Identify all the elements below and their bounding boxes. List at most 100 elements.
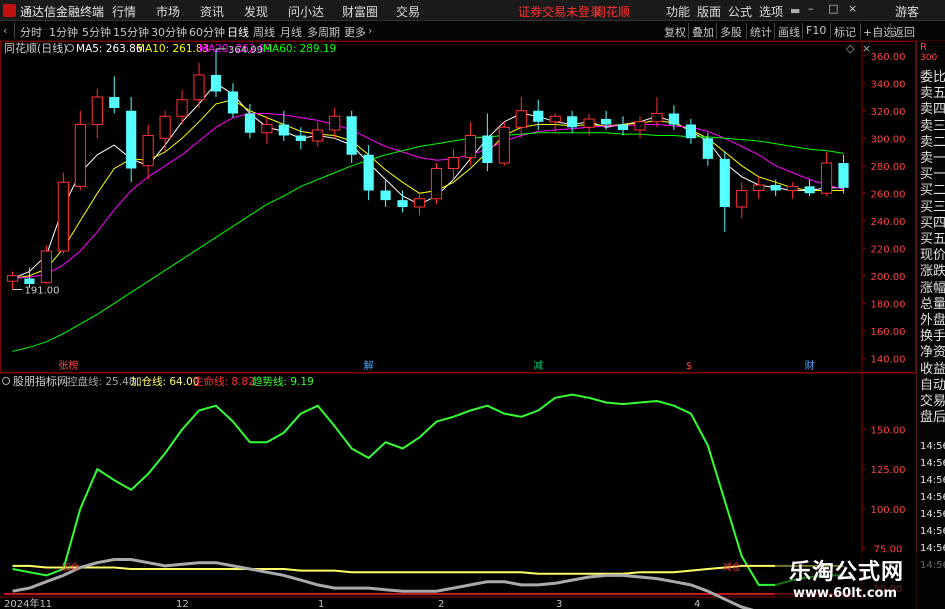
menu-item-discover[interactable]: 发现 xyxy=(244,3,268,20)
close-icon[interactable]: × xyxy=(848,2,857,15)
candle-body-up xyxy=(57,181,69,252)
candle-body-up xyxy=(413,198,426,208)
ma-line-MA10 xyxy=(12,99,844,279)
series-line-控盘线 xyxy=(12,558,754,609)
candle-body-up xyxy=(40,250,52,284)
watermark-url: www.60lt.com xyxy=(793,586,898,601)
candle-body-down xyxy=(600,119,612,125)
ind-tick-label: 150.00 xyxy=(871,426,906,437)
menu-item-function[interactable]: 功能 xyxy=(666,3,690,20)
y-tick-label: 280.00 xyxy=(871,162,906,173)
minimize-icon[interactable]: – xyxy=(808,2,814,15)
trade-time: 14:56 xyxy=(920,526,945,537)
tab-5min[interactable]: 5分钟 xyxy=(82,24,111,40)
y-tick-label: 220.00 xyxy=(871,244,906,255)
trade-time: 14:56 xyxy=(920,475,945,486)
f10-button[interactable]: F10 xyxy=(806,24,826,37)
ma-lines xyxy=(12,82,844,352)
menu-item-ask[interactable]: 问小达 xyxy=(288,3,324,20)
menu-item-wealth[interactable]: 财富圈 xyxy=(342,3,378,20)
y-tick-label: 240.00 xyxy=(871,217,906,228)
chevron-left-icon[interactable]: ‹ xyxy=(3,24,7,37)
menu-item-market[interactable]: 行情 xyxy=(112,3,136,20)
statistics-button[interactable]: 统计 xyxy=(750,24,772,40)
trade-time: 14:56 xyxy=(920,492,945,503)
candle-body-up xyxy=(142,135,154,167)
period-toolbar: ‹ 分时 1分钟 5分钟 15分钟 30分钟 60分钟 日线 周线 月线 多周期… xyxy=(0,21,945,41)
candle-body-up xyxy=(176,99,188,117)
candle-body-down xyxy=(702,138,713,159)
indicator-lines xyxy=(4,393,852,609)
y-tick-label: 260.00 xyxy=(871,189,906,200)
menu-item-trade[interactable]: 交易 xyxy=(396,3,420,20)
login-notice[interactable]: 证券交易未登录 xyxy=(518,3,602,20)
more-icon[interactable]: ▬ xyxy=(790,4,800,17)
series-line-趋势线 xyxy=(12,393,844,586)
right-panel-item[interactable]: 盘后 xyxy=(920,406,945,425)
candle-body-up xyxy=(753,184,765,191)
candle-body-down xyxy=(295,135,306,141)
mark-button[interactable]: 标记 xyxy=(834,24,856,40)
candle-body-up xyxy=(447,157,460,169)
tab-monthly[interactable]: 月线 xyxy=(280,24,302,40)
diamond-icon[interactable]: ◇ xyxy=(846,42,855,55)
life-line-label: 生命线: 8.82 xyxy=(193,375,255,388)
menu-item-options[interactable]: 选项 xyxy=(759,3,783,20)
event-tag: 财 xyxy=(805,359,815,372)
draw-line-button[interactable]: 画线 xyxy=(778,24,800,40)
tab-15min[interactable]: 15分钟 xyxy=(113,24,149,40)
low-price-label: 191.00 xyxy=(24,286,59,297)
candle-body-down xyxy=(109,97,120,108)
candle-body-down xyxy=(533,110,544,122)
tab-weekly[interactable]: 周线 xyxy=(253,24,275,40)
candle-body-up xyxy=(498,126,510,164)
overlay-button[interactable]: 叠加 xyxy=(692,24,714,40)
trade-time: 14:56 xyxy=(920,458,945,469)
menu-item-news[interactable]: 资讯 xyxy=(200,3,224,20)
indicator-title: 股朋指标网 xyxy=(13,374,68,388)
back-button[interactable]: 返回 xyxy=(893,24,915,40)
candle-body-up xyxy=(583,118,595,128)
more-chevron-icon[interactable]: › xyxy=(368,24,372,37)
candle-body-up xyxy=(464,135,476,158)
tab-daily[interactable]: 日线 xyxy=(227,24,249,40)
candle-body-down xyxy=(397,200,408,207)
multi-stock-button[interactable]: 多股 xyxy=(720,24,742,40)
candle-body-down xyxy=(770,185,781,191)
trade-time: 14:56 xyxy=(920,509,945,520)
x-label-nov: 2024年11 xyxy=(4,597,52,609)
tab-1min[interactable]: 1分钟 xyxy=(49,24,78,40)
tab-60min[interactable]: 60分钟 xyxy=(189,24,225,40)
candle-body-down xyxy=(567,116,578,128)
x-label-jan: 1 xyxy=(318,599,324,609)
menu-item-layout[interactable]: 版面 xyxy=(697,3,721,20)
menu-item-exchange[interactable]: 市场 xyxy=(156,3,180,20)
y-tick-label: 320.00 xyxy=(871,107,906,118)
y-tick-label: 300.00 xyxy=(871,134,906,145)
stock-name: 同花顺 xyxy=(594,5,631,19)
candle-body-down xyxy=(482,135,493,163)
tab-30min[interactable]: 30分钟 xyxy=(151,24,187,40)
candle-body-down xyxy=(126,110,137,169)
ma5-label: MA5: 263.86 xyxy=(76,43,143,55)
candle-body-down xyxy=(804,186,815,194)
candle-body-up xyxy=(736,190,748,208)
panel-top-label: R xyxy=(920,42,927,53)
kline-chart[interactable]: 同花顺(日线) MA5: 263.86 MA10: 261.83 MA20: 2… xyxy=(0,41,916,609)
user-label[interactable]: 游客 xyxy=(895,3,919,20)
menu-item-formula[interactable]: 公式 xyxy=(728,3,752,20)
panel-top-number: 300 xyxy=(920,53,938,63)
ma-line-MA60 xyxy=(12,132,844,352)
x-label-mar: 3 xyxy=(556,599,562,609)
reduce-position-mark: 减仓 xyxy=(723,561,741,573)
x-label-feb: 2 xyxy=(438,599,444,609)
ind-tick-label: 100.00 xyxy=(871,505,906,516)
trend-line-label: 趋势线: 9.19 xyxy=(252,375,314,388)
indicator-gear-icon[interactable] xyxy=(2,377,10,385)
maximize-icon[interactable]: □ xyxy=(828,2,838,15)
main-chart-frame xyxy=(0,41,916,373)
restore-rights-button[interactable]: 复权 xyxy=(664,24,686,40)
tab-multi-period[interactable]: 多周期 xyxy=(307,24,340,40)
tab-more[interactable]: 更多 xyxy=(344,24,366,40)
tab-timeshare[interactable]: 分时 xyxy=(20,24,42,40)
